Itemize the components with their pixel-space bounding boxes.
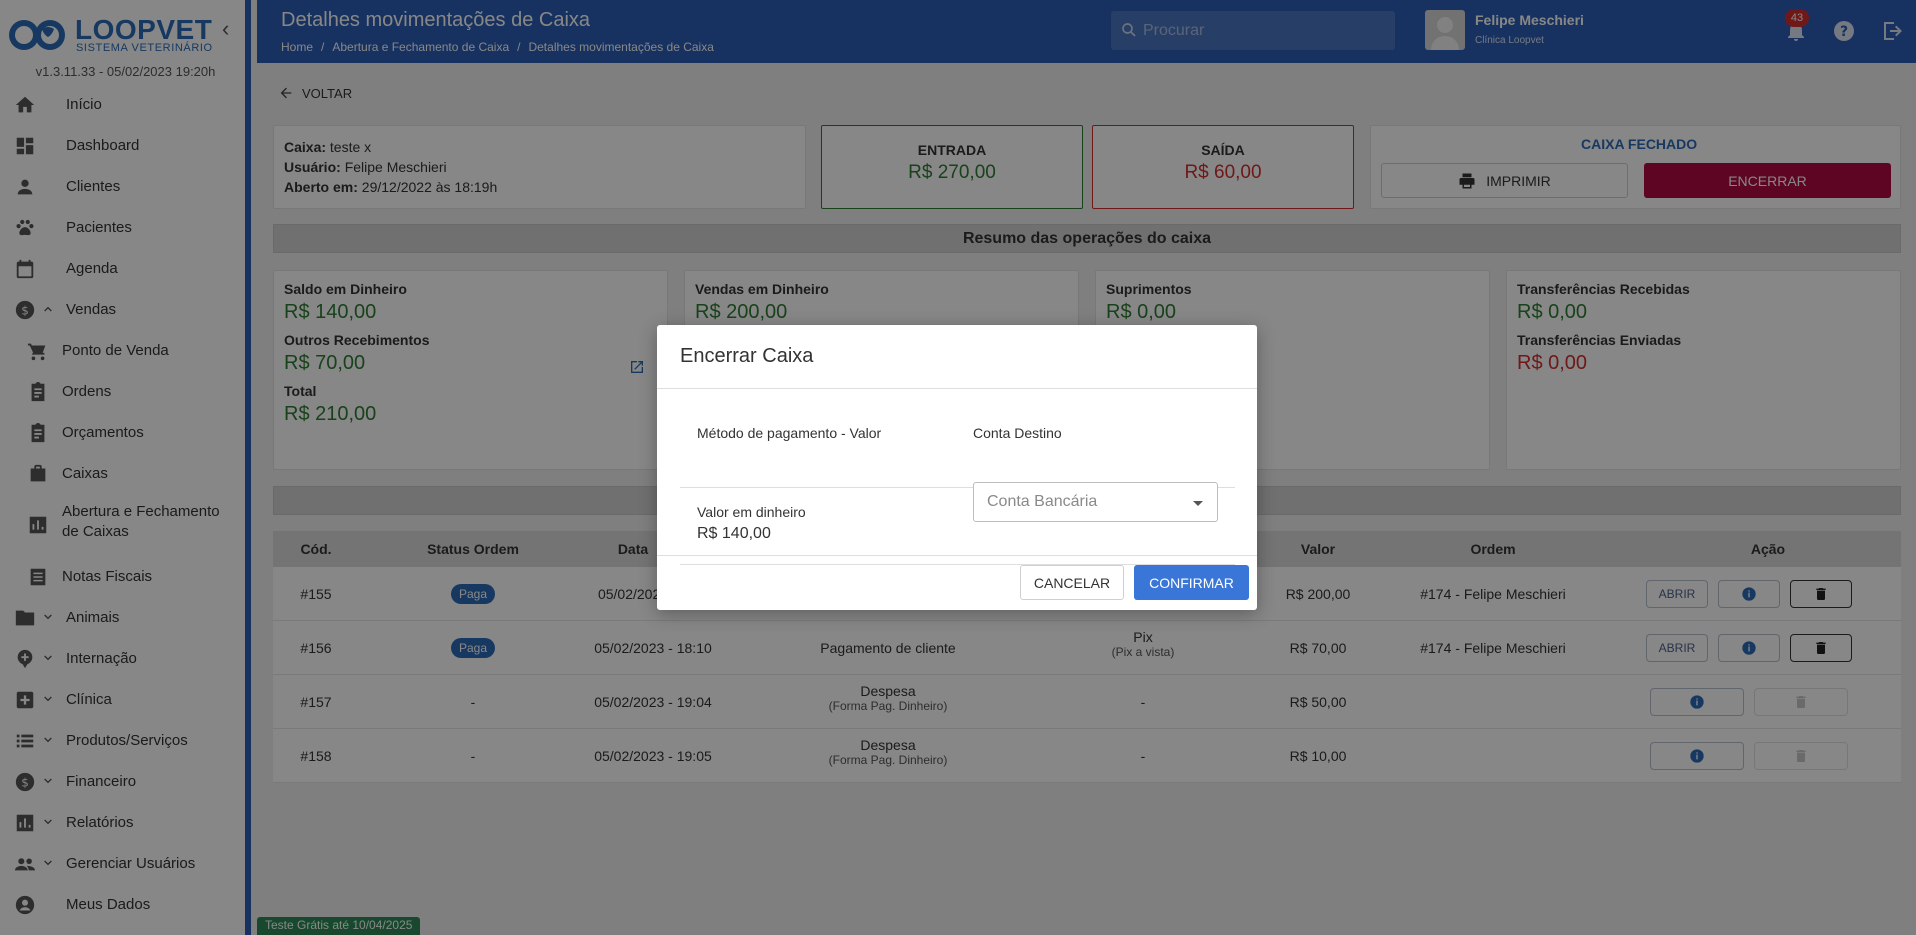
method-label: Valor em dinheiro xyxy=(697,504,806,520)
confirm-label: CONFIRMAR xyxy=(1149,574,1234,591)
chevron-down-icon xyxy=(1193,501,1203,506)
cancel-button[interactable]: CANCELAR xyxy=(1020,565,1124,600)
bank-account-select[interactable]: Conta Bancária xyxy=(973,482,1218,522)
bank-account-placeholder: Conta Bancária xyxy=(987,493,1098,510)
encerrar-caixa-dialog: Encerrar Caixa Método de pagamento - Val… xyxy=(657,325,1257,610)
cancel-label: CANCELAR xyxy=(1033,574,1111,591)
dialog-title: Encerrar Caixa xyxy=(680,345,814,367)
divider xyxy=(657,555,1257,556)
col-account-label: Conta Destino xyxy=(973,425,1062,441)
method-value: R$ 140,00 xyxy=(697,525,771,542)
col-method-label: Método de pagamento - Valor xyxy=(697,425,882,441)
dialog-header-row: Método de pagamento - Valor Conta Destin… xyxy=(680,389,1235,488)
confirm-button[interactable]: CONFIRMAR xyxy=(1134,565,1249,600)
